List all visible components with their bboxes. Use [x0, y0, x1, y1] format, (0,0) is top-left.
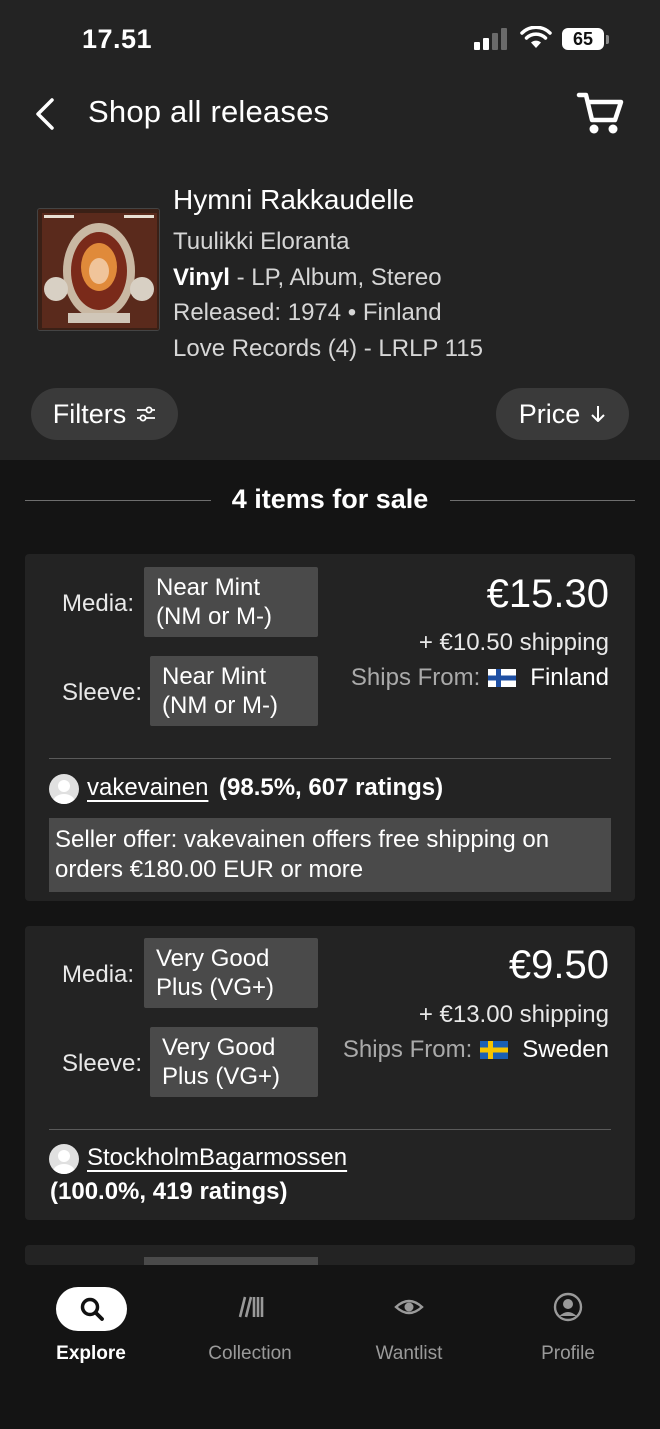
sleeve-label: Sleeve:	[62, 1050, 143, 1077]
sleeve-condition: Near Mint (NM or M-)	[150, 656, 318, 726]
release-label: Love Records (4) - LRLP 115	[173, 335, 483, 362]
release-format-type: Vinyl	[173, 264, 230, 291]
album-cover-image[interactable]	[37, 208, 160, 331]
bottom-tab-bar: Explore Collection Wantlist Profile	[0, 1265, 660, 1429]
sleeve-condition: Very Good Plus (VG+)	[150, 1027, 318, 1097]
listing-divider	[49, 758, 611, 759]
collection-icon	[238, 1296, 264, 1318]
ships-from-label: Ships From:	[342, 1036, 473, 1063]
wifi-icon	[520, 26, 552, 48]
ships-from: Ships From: Finland	[351, 664, 609, 692]
media-condition: Near Mint (NM or M-)	[144, 567, 318, 637]
arrow-down-icon	[591, 406, 605, 422]
ships-from-label: Ships From:	[350, 664, 481, 691]
release-info: Hymni Rakkaudelle Tuulikki Eloranta Viny…	[0, 178, 660, 368]
tab-explore[interactable]: Explore	[21, 1287, 161, 1387]
sleeve-condition-line1: Near Mint	[162, 663, 267, 690]
ships-from-country: Sweden	[522, 1036, 609, 1063]
eye-icon	[394, 1299, 424, 1315]
item-price: €9.50	[508, 943, 609, 987]
status-bar: 17.51 65	[0, 0, 660, 80]
seller-name-link[interactable]: vakevainen	[87, 774, 208, 802]
cart-icon[interactable]	[576, 90, 624, 136]
sleeve-condition-line1: Very Good	[162, 1034, 276, 1061]
search-icon	[80, 1297, 104, 1321]
status-time: 17.51	[82, 24, 153, 54]
battery-tip	[606, 35, 609, 44]
sweden-flag-icon	[480, 1041, 509, 1059]
tab-explore-label: Explore	[56, 1343, 126, 1364]
media-label: Media:	[62, 961, 135, 988]
listing-card[interactable]: Media: Near Mint (NM or M-) Sleeve: Near…	[25, 554, 635, 901]
tab-profile-label: Profile	[541, 1343, 595, 1364]
shipping-cost: + €13.00 shipping	[418, 1001, 609, 1028]
sleeve-condition-line2: Plus (VG+)	[162, 1063, 281, 1090]
price-sort-button[interactable]: Price	[496, 388, 629, 440]
release-format: Vinyl - LP, Album, Stereo	[173, 264, 442, 292]
cellular-signal-icon	[474, 28, 507, 50]
page-title: Shop all releases	[88, 94, 330, 129]
release-date: Released: 1974 • Finland	[173, 299, 442, 326]
media-condition: Very Good Plus (VG+)	[144, 938, 318, 1008]
ships-from: Ships From: Sweden	[343, 1036, 609, 1064]
back-chevron-icon[interactable]	[30, 96, 62, 132]
listing-card[interactable]: Media: Very Good Plus (VG+) Sleeve: Very…	[25, 926, 635, 1220]
seller-avatar	[49, 1144, 79, 1174]
finland-flag-icon	[488, 669, 517, 687]
price-sort-label: Price	[518, 398, 581, 429]
seller-name-link[interactable]: StockholmBagarmossen	[87, 1144, 347, 1172]
seller-avatar	[49, 774, 79, 804]
seller-rating: (100.0%, 419 ratings)	[50, 1178, 288, 1205]
tab-collection-label: Collection	[208, 1343, 292, 1364]
media-condition-line2: Plus (VG+)	[156, 974, 275, 1001]
tab-wantlist[interactable]: Wantlist	[339, 1287, 479, 1387]
release-format-details: - LP, Album, Stereo	[229, 264, 442, 291]
filters-button[interactable]: Filters	[31, 388, 178, 440]
battery-indicator: 65	[562, 28, 604, 50]
explore-highlight	[56, 1287, 127, 1331]
release-title: Hymni Rakkaudelle	[173, 184, 415, 215]
media-condition-line1: Near Mint	[156, 574, 261, 601]
tab-profile[interactable]: Profile	[498, 1287, 638, 1387]
listing-divider	[49, 1129, 611, 1130]
item-price: €15.30	[486, 572, 609, 616]
media-condition-line1: Very Good	[156, 945, 270, 972]
filters-label: Filters	[52, 398, 127, 429]
nav-header: Shop all releases	[0, 80, 660, 150]
seller-offer: Seller offer: vakevainen offers free shi…	[49, 818, 611, 892]
sleeve-condition-line2: (NM or M-)	[162, 692, 278, 719]
ships-from-country: Finland	[530, 664, 609, 691]
shipping-cost: + €10.50 shipping	[418, 629, 609, 656]
profile-icon	[553, 1292, 583, 1322]
items-for-sale-header: 4 items for sale	[0, 480, 660, 524]
media-condition-partial	[144, 1257, 318, 1265]
tab-wantlist-label: Wantlist	[375, 1343, 443, 1364]
media-label: Media:	[62, 590, 135, 617]
sliders-icon	[137, 406, 156, 422]
release-artist[interactable]: Tuulikki Eloranta	[173, 228, 350, 256]
media-condition-line2: (NM or M-)	[156, 603, 272, 630]
seller-rating: (98.5%, 607 ratings)	[219, 774, 444, 801]
listing-card-partial[interactable]	[25, 1245, 635, 1265]
sleeve-label: Sleeve:	[62, 679, 143, 706]
tab-collection[interactable]: Collection	[180, 1287, 320, 1387]
header-divider-right	[450, 500, 635, 501]
